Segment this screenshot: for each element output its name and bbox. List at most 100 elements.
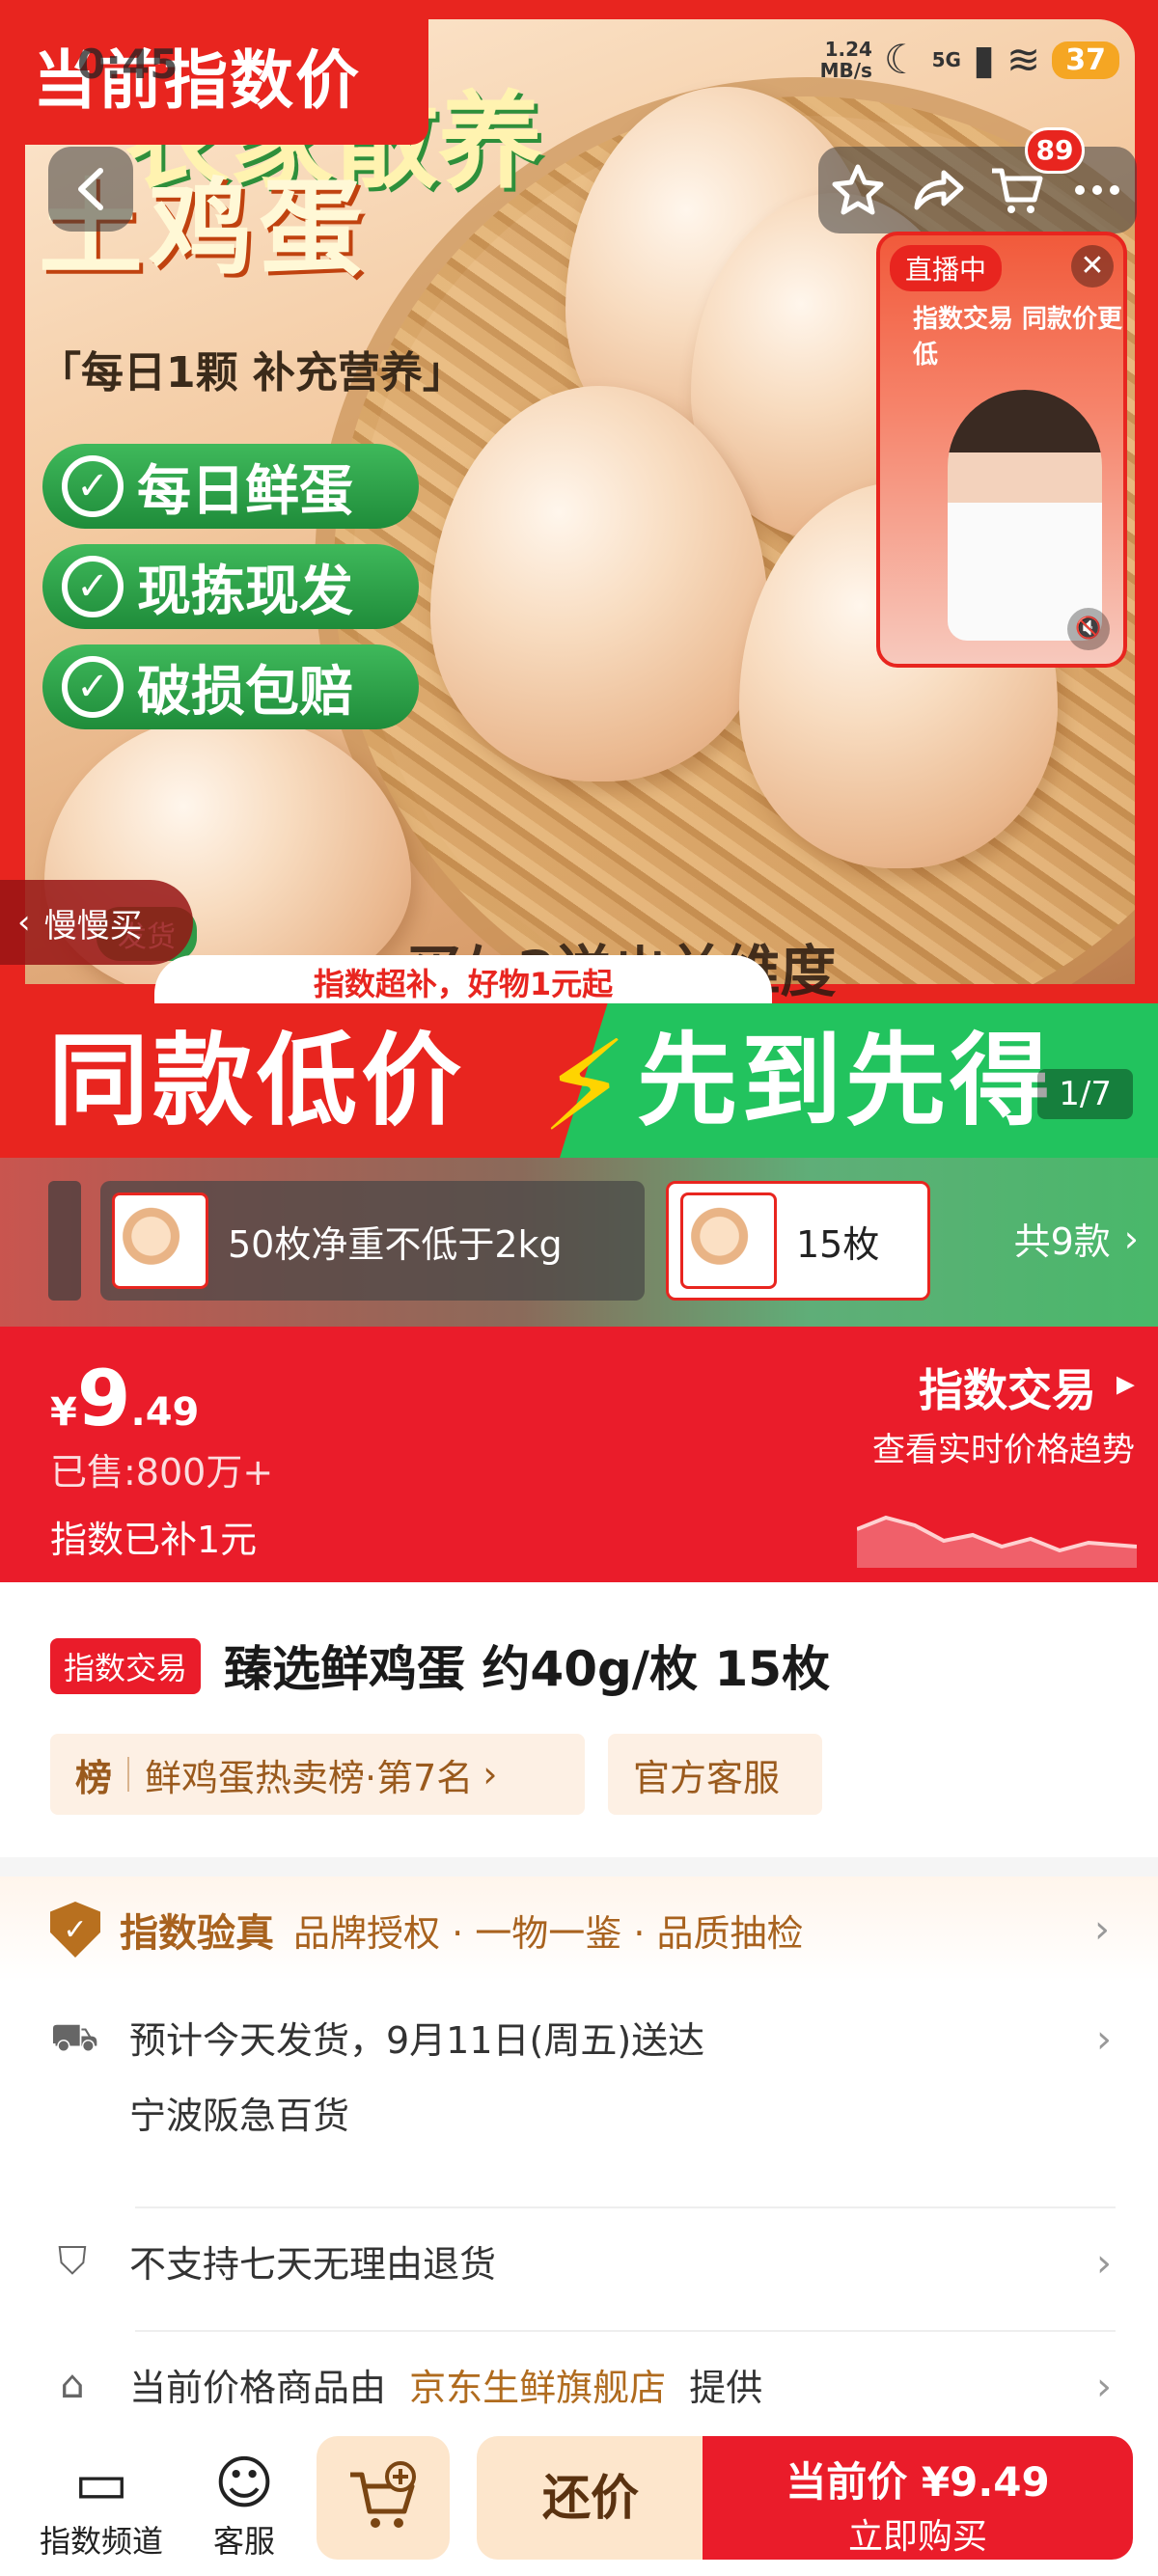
back-button[interactable] xyxy=(48,147,133,232)
gallery-pager: 1/7 xyxy=(1037,1069,1133,1119)
net-speed: 1.24 MB/s xyxy=(820,39,872,81)
lightning-icon: ⚡ xyxy=(540,1013,629,1158)
store-icon: ⌂ xyxy=(60,2363,85,2407)
delivery-row[interactable]: ⛟ 预计今天发货，9月11日(周五)送达 宁波阪急百货 › xyxy=(50,2012,1112,2145)
channel-icon: ▭ xyxy=(73,2450,129,2517)
variant-thumbnail xyxy=(112,1192,208,1289)
delivery-estimate: 预计今天发货，9月11日(周五)送达 xyxy=(129,2019,705,2062)
customer-service-tab[interactable]: ☺ 客服 xyxy=(172,2450,317,2562)
shield-check-icon: ✓ xyxy=(50,1902,100,1958)
more-icon[interactable] xyxy=(1068,161,1126,219)
net-speed-value: 1.24 xyxy=(824,38,872,61)
bargain-button[interactable]: 还价 xyxy=(477,2436,704,2560)
feature-label: 每日鲜蛋 xyxy=(137,459,353,523)
return-policy-row[interactable]: ⛉ 不支持七天无理由退货 › xyxy=(50,2235,1112,2293)
mute-icon[interactable]: 🔇 xyxy=(1067,608,1110,650)
divider xyxy=(135,2206,1116,2208)
delivery-location: 宁波阪急百货 xyxy=(129,2095,350,2137)
variant-label: 50枚净重不低于2kg xyxy=(228,1222,563,1266)
chevron-left-icon: ‹ xyxy=(17,903,31,942)
info-section: ⛟ 预计今天发货，9月11日(周五)送达 宁波阪急百货 › ⛉ 不支持七天无理由… xyxy=(0,1983,1158,2436)
cart-plus-icon xyxy=(350,2461,416,2528)
index-trade-link[interactable]: 指数交易 xyxy=(919,1356,1096,1419)
bottom-action-bar: ▭ 指数频道 ☺ 客服 还价 当前价 ¥9.49 立即购买 xyxy=(0,2436,1158,2576)
product-page: 农家散养 土鸡蛋 「每日1颗 补充营养」 ✓ 每日鲜蛋 ✓ 现拣现发 ✓ 破损包… xyxy=(0,0,1158,2576)
net-speed-unit: MB/s xyxy=(819,59,872,82)
promo-banner: 同款低价 先到先得 ⚡ xyxy=(0,1003,1158,1158)
check-icon: ✓ xyxy=(62,455,124,517)
chevron-right-icon[interactable]: ▸ xyxy=(1117,1361,1135,1404)
official-service-chip[interactable]: 官方客服 xyxy=(608,1734,822,1815)
feature-badge: ✓ 现拣现发 xyxy=(42,544,419,629)
variant-card[interactable]: 50枚净重不低于2kg xyxy=(100,1181,645,1301)
status-time: 0:45 xyxy=(77,41,179,88)
feature-label: 现拣现发 xyxy=(137,560,353,623)
index-trade-tag: 指数交易 xyxy=(50,1638,202,1694)
price-bar: ¥ 9 .49 已售:800万+ 指数已补1元 指数交易 ▸ 查看实时价格趋势 xyxy=(0,1327,1158,1582)
store-provider-row[interactable]: ⌂ 当前价格商品由 京东生鲜旗舰店 提供 › xyxy=(50,2359,1112,2417)
close-icon[interactable]: ✕ xyxy=(1071,245,1114,288)
price-trend-link[interactable]: 查看实时价格趋势 xyxy=(872,1423,1135,1470)
chevron-right-icon: › xyxy=(1094,1907,1110,1952)
store-link[interactable]: 京东生鲜旗舰店 xyxy=(409,2367,666,2409)
signal-icon: ▮ xyxy=(972,36,996,83)
product-title: 臻选鲜鸡蛋 约40g/枚 15枚 xyxy=(224,1641,831,1697)
price-decimal: .49 xyxy=(130,1390,200,1435)
customer-service-label: 客服 xyxy=(212,2523,275,2560)
add-to-cart-button[interactable] xyxy=(317,2436,450,2560)
chevron-left-icon xyxy=(78,168,103,210)
return-policy-text: 不支持七天无理由退货 xyxy=(129,2243,497,2286)
banner-left: 同款低价 xyxy=(0,1003,598,1158)
feature-label: 破损包赔 xyxy=(137,660,353,724)
delivery-text: 预计今天发货，9月11日(周五)送达 宁波阪急百货 xyxy=(129,2012,704,2145)
star-icon[interactable] xyxy=(829,161,887,219)
sold-count: 已售:800万+ xyxy=(50,1451,274,1494)
shield-icon: ⛉ xyxy=(58,2239,87,2284)
index-channel-label: 指数频道 xyxy=(39,2523,163,2560)
current-price: ¥ 9 .49 xyxy=(50,1354,199,1443)
product-title-card: 指数交易 臻选鲜鸡蛋 约40g/枚 15枚 榜 鲜鸡蛋热卖榜·第7名 › 官方客… xyxy=(0,1582,1158,1857)
feature-badge: ✓ 每日鲜蛋 xyxy=(42,444,419,529)
authenticity-desc: 品牌授权 · 一物一鉴 · 品质抽检 xyxy=(293,1911,804,1955)
moon-icon: ☾ xyxy=(883,36,921,83)
promo-tagline: 「每日1颗 补充营养」 xyxy=(39,348,465,397)
slow-buy-button[interactable]: ‹ 慢慢买 xyxy=(0,880,193,965)
wifi-icon: ≋ xyxy=(1006,36,1041,83)
index-channel-tab[interactable]: ▭ 指数频道 xyxy=(29,2450,174,2562)
battery-indicator: 37 xyxy=(1052,41,1119,79)
check-icon: ✓ xyxy=(62,656,124,718)
check-icon: ✓ xyxy=(62,556,124,617)
bestseller-rank-chip[interactable]: 榜 鲜鸡蛋热卖榜·第7名 › xyxy=(50,1734,585,1815)
all-variants-link[interactable]: 共9款 › xyxy=(1014,1212,1139,1265)
subsidy-banner: 指数超补，好物1元起 xyxy=(154,955,772,1003)
rank-text: 鲜鸡蛋热卖榜·第7名 xyxy=(145,1756,474,1799)
live-subtitle: 指数交易 同款价更低 xyxy=(913,305,1123,370)
authenticity-title: 指数验真 xyxy=(120,1911,274,1956)
truck-icon: ⛟ xyxy=(50,2015,99,2060)
buy-now-label: 立即购买 xyxy=(847,2517,987,2557)
price-currency: ¥ xyxy=(50,1390,77,1435)
live-host-image xyxy=(948,390,1102,641)
share-icon[interactable] xyxy=(909,161,967,219)
buy-now-button[interactable]: 当前价 ¥9.49 立即购买 xyxy=(703,2436,1133,2560)
variant-selector: 50枚净重不低于2kg 15枚 共9款 › xyxy=(0,1158,1158,1327)
live-stream-window[interactable]: 直播中 ✕ 指数交易 同款价更低 🔇 xyxy=(876,232,1127,668)
variant-count: 共9款 xyxy=(1013,1220,1111,1263)
product-gallery[interactable]: 农家散养 土鸡蛋 「每日1颗 补充营养」 ✓ 每日鲜蛋 ✓ 现拣现发 ✓ 破损包… xyxy=(0,0,1158,1158)
price-trend-sparkline[interactable] xyxy=(857,1491,1137,1568)
top-action-bar xyxy=(818,147,1137,233)
chevron-right-icon: › xyxy=(1096,2017,1112,2062)
price-integer: 9 xyxy=(76,1354,131,1443)
provider-suffix: 提供 xyxy=(689,2367,763,2409)
chevron-right-icon: › xyxy=(1123,1217,1139,1260)
provider-prefix: 当前价格商品由 xyxy=(129,2367,387,2409)
chip-separator xyxy=(127,1757,130,1792)
signal-label: 5G xyxy=(931,48,961,71)
subsidy-text: 指数已补1元 xyxy=(50,1519,258,1561)
authenticity-row[interactable]: ✓ 指数验真 品牌授权 · 一物一鉴 · 品质抽检 › xyxy=(0,1877,1158,1983)
chevron-right-icon: › xyxy=(1096,2365,1112,2409)
variant-card-selected[interactable]: 15枚 xyxy=(666,1181,930,1301)
slow-buy-label: 慢慢买 xyxy=(43,906,143,945)
rank-icon: 榜 xyxy=(75,1756,113,1799)
variant-card-partial[interactable] xyxy=(48,1181,81,1301)
